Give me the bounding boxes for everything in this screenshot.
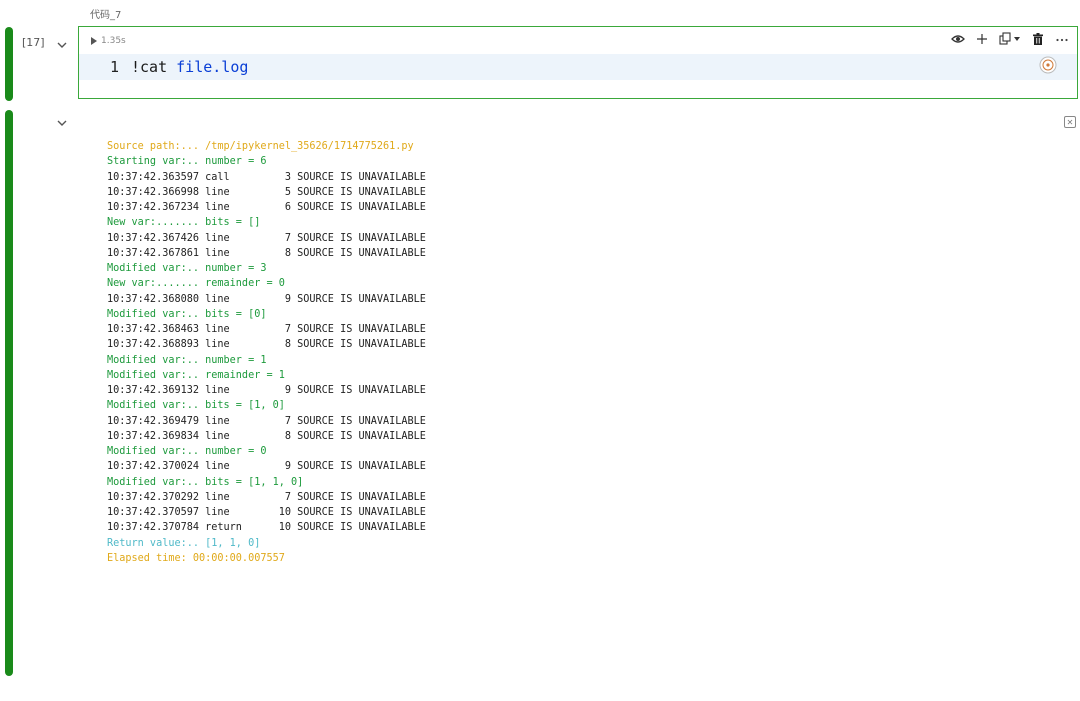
code-line[interactable]: 1 !cat file.log (79, 54, 1077, 80)
more-icon[interactable] (1055, 32, 1069, 46)
cell-toolbar (951, 32, 1069, 46)
cell-output: Source path:... /tmp/ipykernel_35626/171… (107, 139, 426, 566)
output-line: Modified var:.. number = 1 (107, 354, 267, 366)
run-play-icon[interactable] (91, 37, 97, 45)
output-line: 10:37:42.369132 line 9 SOURCE IS UNAVAIL… (107, 385, 426, 396)
collapse-input-chevron-icon[interactable] (56, 36, 68, 48)
code-cell-input[interactable]: 1.35s 1 !cat file.log (78, 26, 1078, 99)
run-info: 1.35s (91, 36, 126, 46)
trash-icon[interactable] (1031, 32, 1045, 46)
line-number: 1 (109, 58, 119, 76)
output-line: 10:37:42.369479 line 7 SOURCE IS UNAVAIL… (107, 415, 426, 427)
output-line: Modified var:.. number = 0 (107, 446, 267, 457)
output-line: Source path:... /tmp/ipykernel_35626/171… (107, 141, 414, 152)
plus-icon[interactable] (975, 32, 989, 46)
output-line: 10:37:42.370597 line 10 SOURCE IS UNAVAI… (107, 507, 426, 518)
copy-icon[interactable] (999, 32, 1021, 46)
cell-name-label: 代码_7 (90, 10, 122, 21)
collapse-output-chevron-icon[interactable] (56, 114, 68, 126)
clear-output-icon[interactable]: ✕ (1064, 116, 1076, 128)
output-line: 10:37:42.369834 line 8 SOURCE IS UNAVAIL… (107, 430, 426, 442)
output-line: New var:....... bits = [] (107, 217, 261, 229)
output-line: 10:37:42.367426 line 7 SOURCE IS UNAVAIL… (107, 232, 426, 244)
eye-icon[interactable] (951, 32, 965, 46)
code-argument: file.log (176, 58, 249, 76)
code-command: cat (140, 58, 168, 76)
output-line: Modified var:.. remainder = 1 (107, 369, 285, 381)
output-line: 10:37:42.368893 line 8 SOURCE IS UNAVAIL… (107, 339, 426, 351)
execution-count: [17] (22, 36, 45, 49)
code-bang: ! (131, 58, 141, 76)
output-line: Modified var:.. number = 3 (107, 263, 267, 274)
cell-output-run-bar[interactable] (5, 110, 13, 676)
output-line: Return value:.. [1, 1, 0] (107, 537, 261, 549)
ai-assist-icon[interactable] (1039, 56, 1057, 74)
run-duration: 1.35s (101, 36, 126, 46)
output-line: 10:37:42.363597 call 3 SOURCE IS UNAVAIL… (107, 171, 426, 183)
output-line: 10:37:42.370292 line 7 SOURCE IS UNAVAIL… (107, 491, 426, 503)
output-line: New var:....... remainder = 0 (107, 278, 285, 290)
output-line: Elapsed time: 00:00:00.007557 (107, 552, 285, 564)
output-line: Modified var:.. bits = [1, 0] (107, 400, 285, 412)
output-line: 10:37:42.370784 return 10 SOURCE IS UNAV… (107, 522, 426, 534)
output-line: Starting var:.. number = 6 (107, 156, 267, 168)
cell-input-run-bar[interactable] (5, 27, 13, 101)
output-line: Modified var:.. bits = [0] (107, 308, 267, 320)
output-line: 10:37:42.370024 line 9 SOURCE IS UNAVAIL… (107, 461, 426, 473)
output-line: 10:37:42.368463 line 7 SOURCE IS UNAVAIL… (107, 324, 426, 335)
output-line: 10:37:42.367234 line 6 SOURCE IS UNAVAIL… (107, 202, 426, 213)
output-line: 10:37:42.368080 line 9 SOURCE IS UNAVAIL… (107, 293, 426, 305)
output-line: 10:37:42.366998 line 5 SOURCE IS UNAVAIL… (107, 186, 426, 198)
code-text[interactable]: !cat file.log (131, 58, 248, 76)
output-line: 10:37:42.367861 line 8 SOURCE IS UNAVAIL… (107, 247, 426, 259)
output-line: Modified var:.. bits = [1, 1, 0] (107, 476, 304, 488)
